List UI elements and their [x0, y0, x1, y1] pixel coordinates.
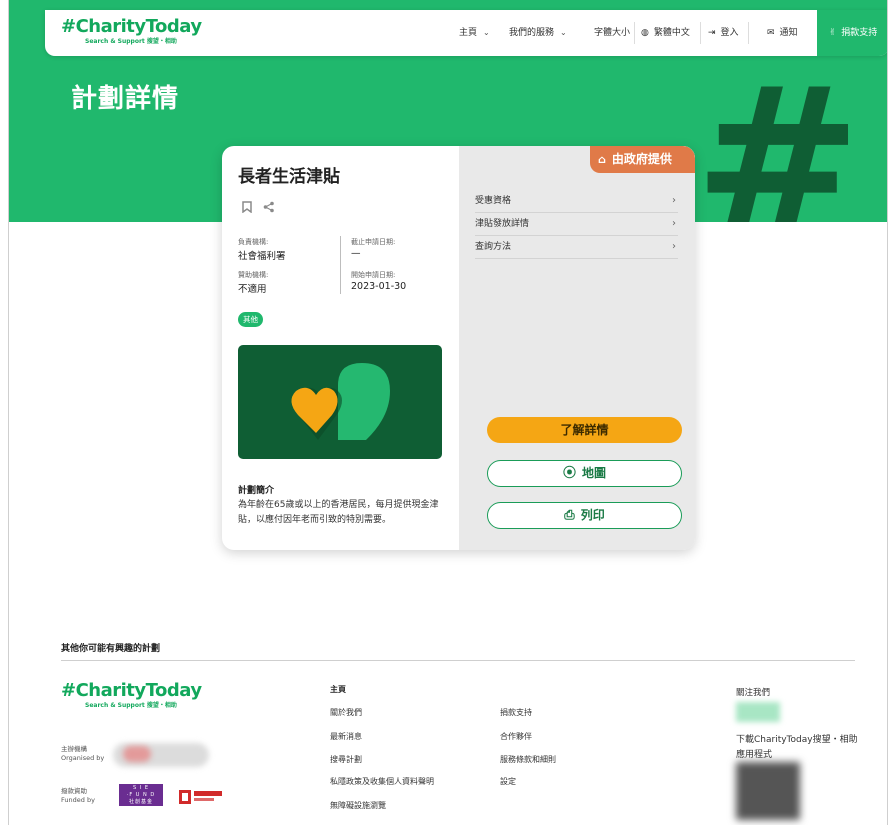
- nav-divider: [634, 22, 635, 44]
- footer-link-privacy[interactable]: 私隱政策及收集個人資料聲明: [330, 776, 434, 787]
- logo-subtitle: Search & Support 搜望・相助: [85, 38, 177, 45]
- accordion-payment[interactable]: 津貼發放詳情 ›: [475, 213, 678, 236]
- page-frame: # 計劃詳情 #CharityToday Search & Support 搜望…: [8, 0, 888, 825]
- login-icon: ⇥: [708, 28, 716, 38]
- footer-link-news[interactable]: 最新消息: [330, 731, 362, 742]
- print-button[interactable]: ⎙ 列印: [487, 502, 682, 529]
- accordion-label: 津貼發放詳情: [475, 219, 530, 229]
- donate-label: 捐款支持: [841, 28, 878, 38]
- bookmark-icon[interactable]: [240, 201, 254, 215]
- footer-link-settings[interactable]: 設定: [500, 776, 516, 787]
- organised-cn: 主辦機構: [61, 745, 87, 753]
- nav-login-label: 登入: [720, 28, 739, 38]
- org-label: 負責機構:: [238, 238, 269, 246]
- follow-heading: 關注我們: [736, 688, 771, 698]
- footer-col-head[interactable]: 主頁: [330, 684, 346, 695]
- funding-label: 贊助機構:: [238, 271, 269, 279]
- program-title: 長者生活津貼: [238, 167, 340, 187]
- footer-link-accessibility[interactable]: 無障礙設施瀏覽: [330, 800, 386, 811]
- share-icon[interactable]: [262, 201, 276, 215]
- chevron-right-icon: ›: [672, 241, 676, 252]
- accordion-label: 查詢方法: [475, 242, 512, 252]
- government-building-icon: ⌂: [598, 153, 606, 166]
- chevron-down-icon: ⌄: [560, 28, 567, 37]
- gov-badge-label: 由政府提供: [611, 152, 672, 166]
- nav-notify-label: 通知: [779, 28, 798, 38]
- nav-home-label: 主頁: [459, 28, 478, 38]
- funded-en: Funded by: [61, 796, 95, 804]
- category-tag[interactable]: 其他: [238, 312, 263, 327]
- nav-divider: [700, 22, 701, 44]
- hand-icon: ✌: [828, 28, 837, 38]
- footer-link-about[interactable]: 關於我們: [330, 707, 362, 718]
- location-pin-icon: ⦿: [562, 466, 576, 481]
- intro-text: 為年齡在65歲或以上的香港居民，每月提供現金津貼，以應付因年老而引致的特別需要。: [238, 500, 439, 525]
- footer-link-partners[interactable]: 合作夥伴: [500, 731, 532, 742]
- sie-fund-logo: S I E ·F U N D 社創基金: [119, 784, 163, 806]
- chevron-right-icon: ›: [672, 218, 676, 229]
- globe-icon: ◍: [641, 28, 649, 38]
- download-app-text: 下載CharityToday搜望・相助應用程式: [736, 735, 858, 760]
- footer-link-terms[interactable]: 服務條款和細則: [500, 754, 556, 765]
- hash-decoration: #: [694, 45, 862, 223]
- intro-heading: 計劃簡介: [238, 486, 275, 496]
- funding-value: 不適用: [238, 284, 267, 295]
- nav-language-label: 繁體中文: [653, 28, 690, 38]
- nav-font-size[interactable]: 字體大小: [594, 10, 630, 56]
- footer-link-donate[interactable]: 捐款支持: [500, 707, 532, 718]
- printer-icon: ⎙: [564, 508, 575, 523]
- nav-services[interactable]: 我們的服務 ⌄: [509, 10, 567, 56]
- funded-label: 撥款資助 Funded by: [61, 787, 95, 805]
- print-label: 列印: [580, 508, 605, 522]
- start-value: 2023-01-30: [351, 281, 407, 292]
- footer-logo[interactable]: #CharityToday Search & Support 搜望・相助: [61, 680, 202, 709]
- organiser-logo-mark: [123, 746, 151, 762]
- accordion-eligibility[interactable]: 受惠資格 ›: [475, 190, 678, 213]
- map-label: 地圖: [582, 466, 607, 480]
- map-button[interactable]: ⦿ 地圖: [487, 460, 682, 487]
- social-icons[interactable]: [736, 702, 780, 722]
- mail-icon: ✉: [767, 28, 775, 38]
- gov-badge: ⌂ 由政府提供: [590, 146, 695, 173]
- nav-login[interactable]: ⇥ 登入: [708, 10, 739, 56]
- footer-link-search[interactable]: 搜尋計劃: [330, 754, 362, 765]
- nav-divider: [748, 22, 749, 44]
- app-qr-code: [736, 762, 800, 820]
- footer-logo-subtitle: Search & Support 搜望・相助: [85, 702, 177, 709]
- funder-logo: [177, 786, 227, 806]
- accordion-label: 受惠資格: [475, 196, 512, 206]
- funded-cn: 撥款資助: [61, 787, 87, 795]
- site-logo[interactable]: #CharityToday Search & Support 搜望・相助: [61, 16, 202, 45]
- organised-en: Organised by: [61, 754, 105, 762]
- recommend-heading: 其他你可能有興趣的計劃: [61, 644, 161, 654]
- program-card: ⌂ 由政府提供 長者生活津貼 負責機構: 社會福利署 截止申請日期: — 贊助機構…: [222, 146, 695, 550]
- learn-more-button[interactable]: 了解詳情: [487, 417, 682, 443]
- program-illustration: [238, 345, 442, 459]
- donate-button[interactable]: ✌ 捐款支持: [817, 10, 887, 56]
- nav-language[interactable]: ◍ 繁體中文: [641, 10, 690, 56]
- page-title: 計劃詳情: [71, 84, 180, 114]
- org-value: 社會福利署: [238, 251, 286, 262]
- chevron-down-icon: ⌄: [483, 28, 490, 37]
- deadline-label: 截止申請日期:: [351, 238, 396, 246]
- start-label: 開始申請日期:: [351, 271, 396, 279]
- organised-label: 主辦機構 Organised by: [61, 745, 104, 763]
- nav-font-size-label: 字體大小: [594, 28, 631, 38]
- footer-logo-text: #CharityToday: [61, 680, 202, 701]
- deadline-value: —: [351, 248, 361, 259]
- logo-text: #CharityToday: [61, 16, 202, 37]
- top-navbar: #CharityToday Search & Support 搜望・相助 主頁 ⌄…: [45, 10, 887, 56]
- chevron-right-icon: ›: [672, 195, 676, 206]
- nav-notify[interactable]: ✉ 通知: [767, 10, 798, 56]
- meta-divider: [340, 236, 341, 294]
- section-divider: [61, 660, 855, 661]
- accordion-enquiry[interactable]: 查詢方法 ›: [475, 236, 678, 259]
- nav-home[interactable]: 主頁 ⌄: [459, 10, 490, 56]
- nav-services-label: 我們的服務: [509, 28, 555, 38]
